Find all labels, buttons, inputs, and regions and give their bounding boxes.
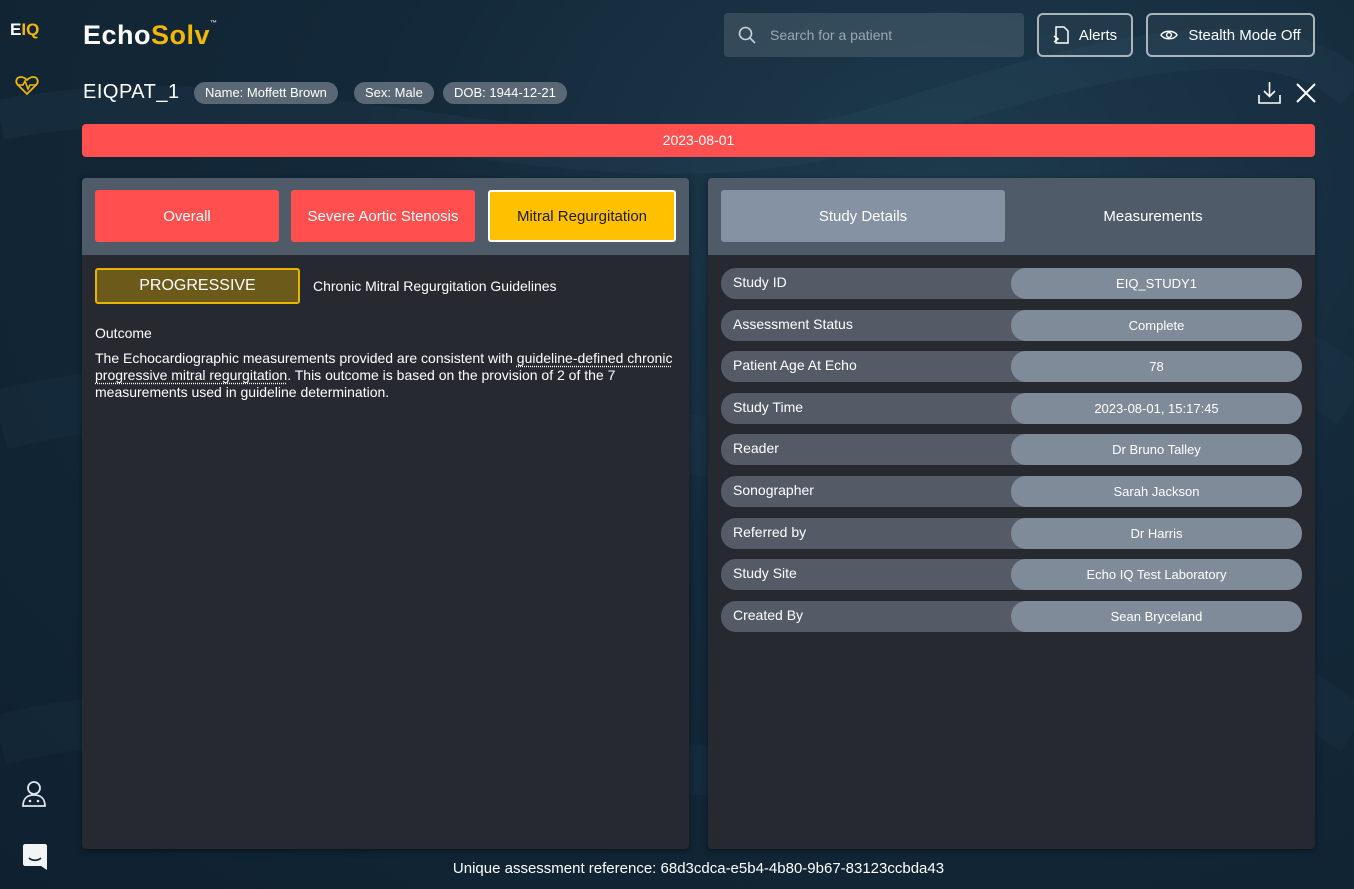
brand-trademark: ™ xyxy=(210,20,218,27)
download-icon[interactable] xyxy=(1257,80,1282,106)
detail-row: Patient Age At Echo 78 xyxy=(721,351,1302,382)
stealth-label: Stealth Mode Off xyxy=(1188,27,1300,44)
detail-value: Sean Bryceland xyxy=(1011,601,1302,632)
study-tabs: Study Details Measurements xyxy=(708,178,1315,255)
search-icon xyxy=(738,26,756,44)
close-icon[interactable] xyxy=(1295,82,1317,104)
alerts-label: Alerts xyxy=(1079,27,1117,44)
patient-name-chip: Name: Moffett Brown xyxy=(194,82,338,104)
alerts-button[interactable]: Alerts xyxy=(1037,13,1133,57)
patient-sex-chip: Sex: Male xyxy=(354,82,434,104)
guideline-title: Chronic Mitral Regurgitation Guidelines xyxy=(313,278,557,294)
detail-value: Dr Bruno Talley xyxy=(1011,434,1302,465)
detail-value: 78 xyxy=(1011,351,1302,382)
sidebar: EIQ xyxy=(0,0,56,889)
tab-overall[interactable]: Overall xyxy=(95,190,279,242)
detail-label: Sonographer xyxy=(721,476,1041,507)
user-icon[interactable] xyxy=(21,780,47,808)
eiq-logo[interactable]: EIQ xyxy=(10,20,39,40)
detail-value: Sarah Jackson xyxy=(1011,476,1302,507)
detail-label: Study Time xyxy=(721,393,1041,424)
patient-id: EIQPAT_1 xyxy=(83,81,180,104)
detail-value: Dr Harris xyxy=(1011,518,1302,549)
patient-search[interactable] xyxy=(724,13,1024,57)
search-input[interactable] xyxy=(770,27,1010,43)
tab-severe-aortic-stenosis[interactable]: Severe Aortic Stenosis xyxy=(291,190,475,242)
detail-label: Referred by xyxy=(721,518,1041,549)
brand-logo[interactable]: EchoSolv™ xyxy=(83,20,218,51)
detail-value: Echo IQ Test Laboratory xyxy=(1011,559,1302,590)
detail-label: Study Site xyxy=(721,559,1041,590)
detail-row: Sonographer Sarah Jackson xyxy=(721,476,1302,507)
tab-mitral-regurgitation[interactable]: Mitral Regurgitation xyxy=(488,190,676,242)
detail-row: Reader Dr Bruno Talley xyxy=(721,434,1302,465)
eye-icon xyxy=(1160,29,1178,41)
detail-row: Study ID EIQ_STUDY1 xyxy=(721,268,1302,299)
tab-study-details[interactable]: Study Details xyxy=(721,190,1005,242)
detail-row: Study Time 2023-08-01, 15:17:45 xyxy=(721,393,1302,424)
outcome-label: Outcome xyxy=(95,325,152,341)
detail-label: Reader xyxy=(721,434,1041,465)
detail-value: EIQ_STUDY1 xyxy=(1011,268,1302,299)
patient-dob-chip: DOB: 1944-12-21 xyxy=(443,82,567,104)
detail-label: Patient Age At Echo xyxy=(721,351,1041,382)
assessment-reference: Unique assessment reference: 68d3cdca-e5… xyxy=(0,860,1354,877)
study-panel: Study Details Measurements Study ID EIQ_… xyxy=(708,178,1315,849)
detail-row: Referred by Dr Harris xyxy=(721,518,1302,549)
assessment-panel: Overall Severe Aortic Stenosis Mitral Re… xyxy=(82,178,689,849)
outcome-text: The Echocardiographic measurements provi… xyxy=(95,350,675,401)
brand-solv: Solv xyxy=(151,20,210,50)
study-date-bar[interactable]: 2023-08-01 xyxy=(82,124,1315,157)
stealth-mode-button[interactable]: Stealth Mode Off xyxy=(1146,13,1315,57)
detail-label: Study ID xyxy=(721,268,1041,299)
logo-e: E xyxy=(10,20,21,39)
detail-row: Assessment Status Complete xyxy=(721,310,1302,341)
alerts-icon xyxy=(1053,26,1069,44)
condition-tabs: Overall Severe Aortic Stenosis Mitral Re… xyxy=(82,178,689,255)
detail-label: Created By xyxy=(721,601,1041,632)
detail-value: 2023-08-01, 15:17:45 xyxy=(1011,393,1302,424)
stage-badge: PROGRESSIVE xyxy=(95,268,300,304)
outcome-text-part1: The Echocardiographic measurements provi… xyxy=(95,350,517,366)
logo-iq: IQ xyxy=(21,20,39,39)
tab-measurements[interactable]: Measurements xyxy=(1011,190,1295,242)
detail-value: Complete xyxy=(1011,310,1302,341)
detail-row: Study Site Echo IQ Test Laboratory xyxy=(721,559,1302,590)
detail-label: Assessment Status xyxy=(721,310,1041,341)
brand-echo: Echo xyxy=(83,20,151,50)
heart-pulse-icon[interactable] xyxy=(15,74,39,96)
detail-row: Created By Sean Bryceland xyxy=(721,601,1302,632)
